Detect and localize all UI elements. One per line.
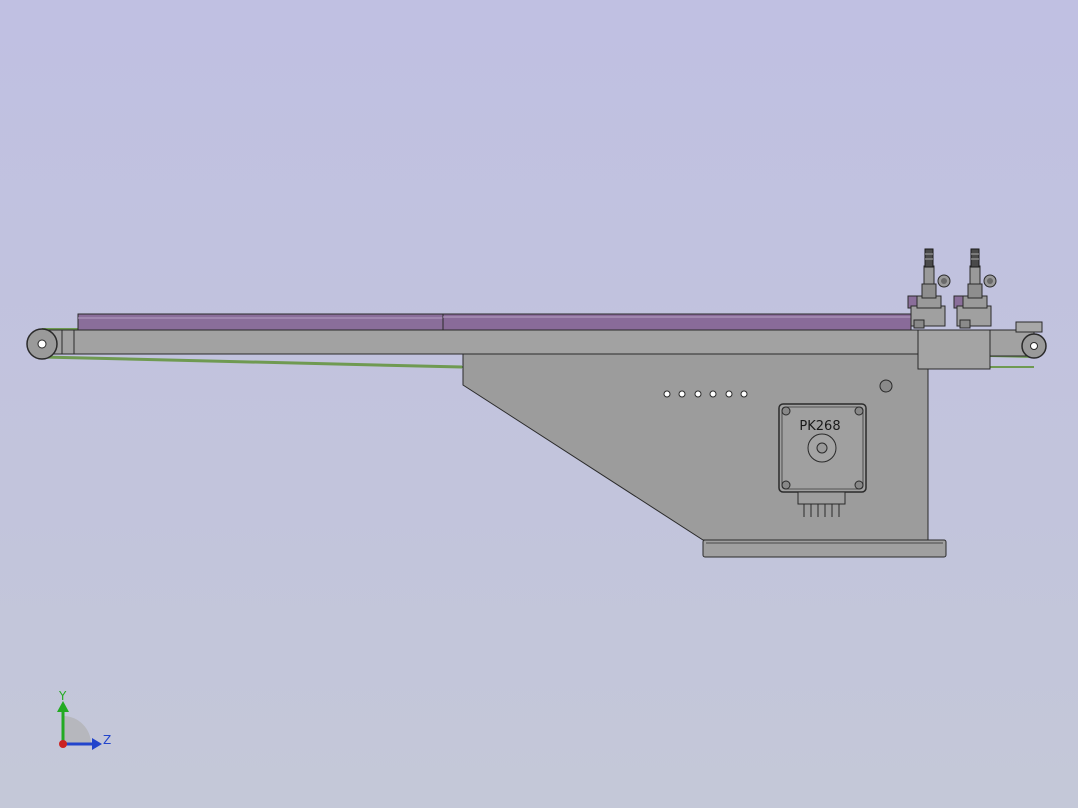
base-foot[interactable] [702,539,947,558]
triad-arc-icon [63,716,91,744]
rail-beam[interactable] [35,329,919,355]
left-pulley[interactable] [26,328,58,360]
y-axis-label: Y [58,689,67,703]
end-block[interactable] [917,329,991,370]
top-plate[interactable] [77,313,912,333]
graphics-viewport[interactable]: PK268 Y Z [0,0,1078,808]
right-pulley[interactable] [989,321,1047,359]
pneumatic-valve-right[interactable] [953,248,997,329]
pneumatic-valve-left[interactable] [907,248,951,329]
motor-label: PK268 [799,419,840,434]
z-axis-label: Z [103,733,111,747]
sensor-knob[interactable] [879,379,893,393]
coordinate-triad: Y Z [57,689,111,750]
x-axis-icon [59,740,67,748]
conveyor-model[interactable]: PK268 Y Z [0,0,1078,808]
